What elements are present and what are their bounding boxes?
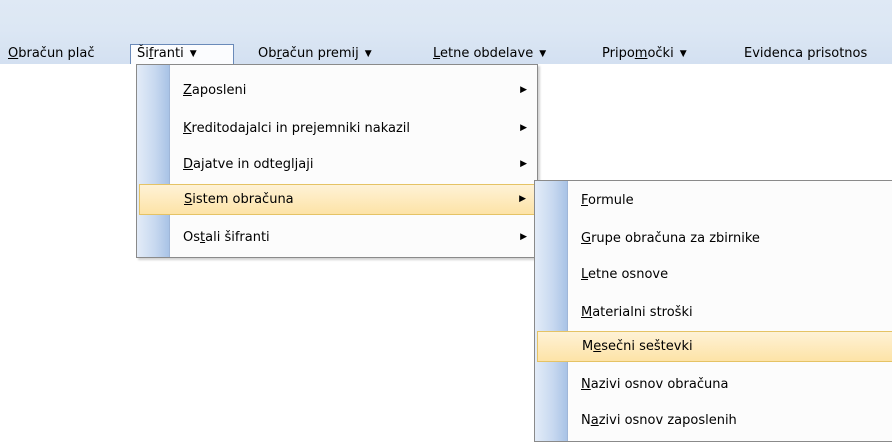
menu-sifranti[interactable]: Šifranti ▼ [130, 44, 234, 64]
menu-item-nazivi-osnov-zaposlenih[interactable]: Nazivi osnov zaposlenih [537, 405, 892, 436]
sistem-obracuna-submenu: Formule Grupe obračuna za zbirnike Letne… [534, 180, 892, 442]
menu-pripomocki[interactable]: Pripomočki ▼ [596, 44, 693, 64]
menu-item-ostali-sifranti[interactable]: Ostali šifranti ▶ [139, 222, 535, 253]
menu-obracun-premij[interactable]: Obračun premij ▼ [252, 44, 378, 64]
chevron-right-icon: ▶ [520, 123, 527, 133]
menu-item-dajatve[interactable]: Dajatve in odtegljaji ▶ [139, 149, 535, 180]
menu-item-mesecni-sestevki[interactable]: Mesečni seštevki [537, 331, 892, 362]
chevron-down-icon: ▼ [189, 49, 197, 59]
menu-obracun-plac[interactable]: Obračun plač [2, 44, 101, 64]
chevron-right-icon: ▶ [520, 232, 527, 242]
menu-letne-obdelave[interactable]: Letne obdelave ▼ [427, 44, 552, 64]
menu-item-sistem-obracuna[interactable]: Sistem obračuna ▶ [139, 184, 535, 215]
menu-item-grupe-obracuna[interactable]: Grupe obračuna za zbirnike [537, 223, 892, 254]
menu-evidenca-prisotnosti[interactable]: Evidenca prisotnos [738, 44, 873, 64]
menu-item-materialni-stroski[interactable]: Materialni stroški [537, 297, 892, 328]
chevron-down-icon: ▼ [539, 49, 547, 59]
chevron-right-icon: ▶ [519, 194, 526, 204]
menu-item-kreditodajalci[interactable]: Kreditodajalci in prejemniki nakazil ▶ [139, 113, 535, 144]
chevron-down-icon: ▼ [364, 49, 372, 59]
menu-bar: Obračun plač Šifranti ▼ Obračun premij ▼ L… [0, 0, 892, 64]
chevron-right-icon: ▶ [520, 85, 527, 95]
chevron-right-icon: ▶ [520, 159, 527, 169]
menu-item-letne-osnove[interactable]: Letne osnove [537, 259, 892, 290]
menu-item-zaposleni[interactable]: Zaposleni ▶ [139, 75, 535, 106]
chevron-down-icon: ▼ [679, 49, 687, 59]
menu-item-nazivi-osnov-obracuna[interactable]: Nazivi osnov obračuna [537, 369, 892, 400]
sifranti-dropdown: Zaposleni ▶ Kreditodajalci in prejemniki… [136, 64, 538, 258]
menu-item-formule[interactable]: Formule [537, 185, 892, 216]
